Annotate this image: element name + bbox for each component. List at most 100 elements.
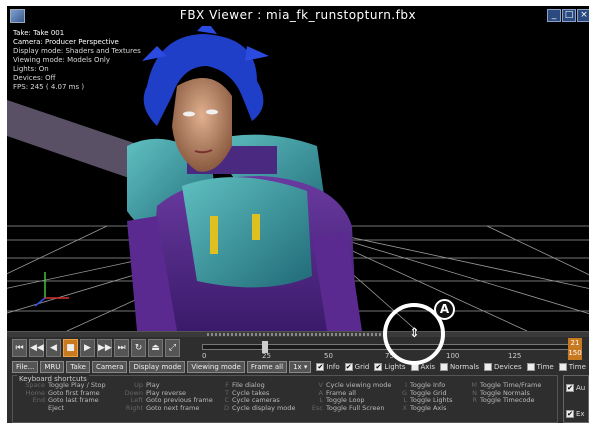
shortcut-row: Esc Toggle Full Screen <box>309 403 391 413</box>
file-button[interactable]: File... <box>12 361 39 373</box>
goto-end-icon[interactable]: ⏭ <box>114 339 129 357</box>
take-button[interactable]: Take <box>66 361 90 373</box>
timeline-tick: 100 <box>446 352 460 360</box>
shortcut-desc: Toggle Axis <box>410 403 447 412</box>
shortcuts-column: Space Toggle Play / Stop Home Goto first f… <box>17 381 106 413</box>
viewing-mode-button[interactable]: Viewing mode <box>187 361 245 373</box>
loop-icon[interactable]: ↻ <box>131 339 146 357</box>
play-reverse-icon[interactable]: ◀ <box>46 339 61 357</box>
mru-button[interactable]: MRU <box>40 361 65 373</box>
camera-button[interactable]: Camera <box>91 361 128 373</box>
checkbox-box[interactable]: ✔ <box>316 363 325 371</box>
shortcut-desc: Toggle Play / Stop <box>48 381 106 389</box>
checkbox-box[interactable] <box>558 363 567 371</box>
title-bar: FBX Viewer : mia_fk_runstopturn.fbx _ □ … <box>7 6 589 26</box>
shortcut-desc: Toggle Info <box>410 381 446 389</box>
info-camera: Camera: Producer Perspective <box>13 38 119 46</box>
viewer-toolbar: File... MRU Take Camera Display mode Vie… <box>12 361 586 373</box>
lights-checkbox[interactable]: ✔ Lights <box>374 363 406 371</box>
shortcuts-column: M Toggle Time/Frame N Toggle Normals R Togg… <box>469 381 542 405</box>
info-checkbox[interactable]: ✔ Info <box>316 363 340 371</box>
stop-icon[interactable]: ■ <box>63 339 78 357</box>
step-back-icon[interactable]: ◀◀ <box>29 339 44 357</box>
eject-icon[interactable]: ⏏ <box>148 339 163 357</box>
time-checkbox-2[interactable]: Time <box>558 363 586 371</box>
shortcut-desc: Cycle cameras <box>232 396 280 404</box>
checkbox-label: Axis <box>420 363 436 371</box>
shortcut-desc: File dialog <box>232 381 265 389</box>
shortcut-desc: Goto previous frame <box>146 396 213 404</box>
timeline-end-marker[interactable]: 21 150 <box>568 338 582 360</box>
axis-gizmo <box>34 272 69 307</box>
checkbox-box[interactable] <box>440 363 449 371</box>
grid-checkbox[interactable]: ✔ Grid <box>344 363 370 371</box>
time-checkbox[interactable]: Time <box>526 363 554 371</box>
minimize-button[interactable]: _ <box>547 9 561 22</box>
right-options-panel: ✔ Au ✔ Ex <box>563 375 589 423</box>
info-take: Take: Take 001 <box>13 29 65 37</box>
timeline-tick: 125 <box>508 352 522 360</box>
speed-select[interactable]: 1x ▾ <box>289 361 312 373</box>
maximize-button[interactable]: □ <box>562 9 576 22</box>
shortcut-desc: Eject <box>48 403 65 412</box>
goto-start-icon[interactable]: ⏮ <box>12 339 27 357</box>
checkbox-label: Lights <box>384 363 406 371</box>
auto-checkbox[interactable]: ✔ Au <box>566 384 585 392</box>
resize-cursor-icon: ⇕ <box>409 326 420 341</box>
info-display-mode: Display mode: Shaders and Textures <box>13 47 141 55</box>
shortcut-key: Right <box>125 403 143 412</box>
checkbox-box[interactable] <box>484 363 493 371</box>
shortcut-desc: Toggle Lights <box>410 396 453 404</box>
shortcut-desc: Cycle viewing mode <box>326 381 392 389</box>
splitter-grip[interactable] <box>207 333 387 336</box>
checkbox-label: Devices <box>494 363 522 371</box>
control-panel: ⏮ ◀◀ ◀ ■ ▶ ▶▶ ⏭ ↻ ⏏ ⤢ 0 25 50 75 100 125… <box>7 337 589 423</box>
play-icon[interactable]: ▶ <box>80 339 95 357</box>
info-lights: Lights: On <box>13 65 49 73</box>
step-forward-icon[interactable]: ▶▶ <box>97 339 112 357</box>
viewport-info-overlay: Take: Take 001 Camera: Producer Perspect… <box>13 29 141 92</box>
checkbox-box[interactable] <box>526 363 535 371</box>
timeline-end-bottom: 150 <box>568 349 582 357</box>
shortcut-key: Esc <box>311 403 323 412</box>
shortcut-desc: Toggle Timecode <box>480 396 535 404</box>
shortcut-key: End <box>32 396 45 404</box>
checkbox-box[interactable]: ✔ <box>566 384 574 392</box>
checkbox-label: Time <box>536 363 554 371</box>
transport-controls: ⏮ ◀◀ ◀ ■ ▶ ▶▶ ⏭ ↻ ⏏ ⤢ <box>12 339 180 359</box>
window-title: FBX Viewer : mia_fk_runstopturn.fbx <box>179 8 417 22</box>
shortcuts-column: F File dialog T Cycle takes C Cycle cameras… <box>215 381 296 412</box>
timeline-tick: 50 <box>324 352 333 360</box>
extra-checkbox[interactable]: ✔ Ex <box>566 410 585 418</box>
checkbox-box[interactable]: ✔ <box>374 363 383 371</box>
3d-viewport[interactable]: Take: Take 001 Camera: Producer Perspect… <box>7 26 589 331</box>
shortcut-desc: Toggle Time/Frame <box>480 381 542 389</box>
close-button[interactable]: × <box>577 9 589 22</box>
shortcut-desc: Cycle display mode <box>232 403 296 412</box>
frame-all-button[interactable]: Frame all <box>246 361 288 373</box>
shortcut-row: Eject <box>17 403 106 413</box>
checkbox-label: Ex <box>576 410 585 418</box>
keyboard-shortcuts-panel: Keyboard shortcuts Space Toggle Play / St… <box>12 375 558 423</box>
normals-checkbox[interactable]: Normals <box>440 363 479 371</box>
shortcut-key: D <box>223 403 229 412</box>
shortcut-desc: Goto last frame <box>48 396 99 404</box>
checkbox-label: Time <box>568 363 586 371</box>
checkbox-label: Info <box>326 363 340 371</box>
timeline-tick: 0 <box>202 352 207 360</box>
devices-checkbox[interactable]: Devices <box>484 363 522 371</box>
timeline-end-top: 21 <box>570 339 580 347</box>
chevron-down-icon: ▾ <box>303 363 308 371</box>
shortcut-desc: Goto next frame <box>146 403 200 412</box>
shortcut-desc: Toggle Full Screen <box>326 403 385 412</box>
display-mode-button[interactable]: Display mode <box>129 361 186 373</box>
shortcuts-column: I Toggle Info G Toggle Grid L Toggle Lights… <box>399 381 453 412</box>
checkbox-label: Grid <box>354 363 370 371</box>
shortcut-key: X <box>402 403 407 412</box>
checkbox-label: Au <box>576 384 586 392</box>
info-devices: Devices: Off <box>13 74 56 82</box>
fullscreen-icon[interactable]: ⤢ <box>165 339 180 357</box>
checkbox-box[interactable]: ✔ <box>344 363 353 371</box>
checkbox-label: Normals <box>450 363 480 371</box>
checkbox-box[interactable]: ✔ <box>566 410 574 418</box>
